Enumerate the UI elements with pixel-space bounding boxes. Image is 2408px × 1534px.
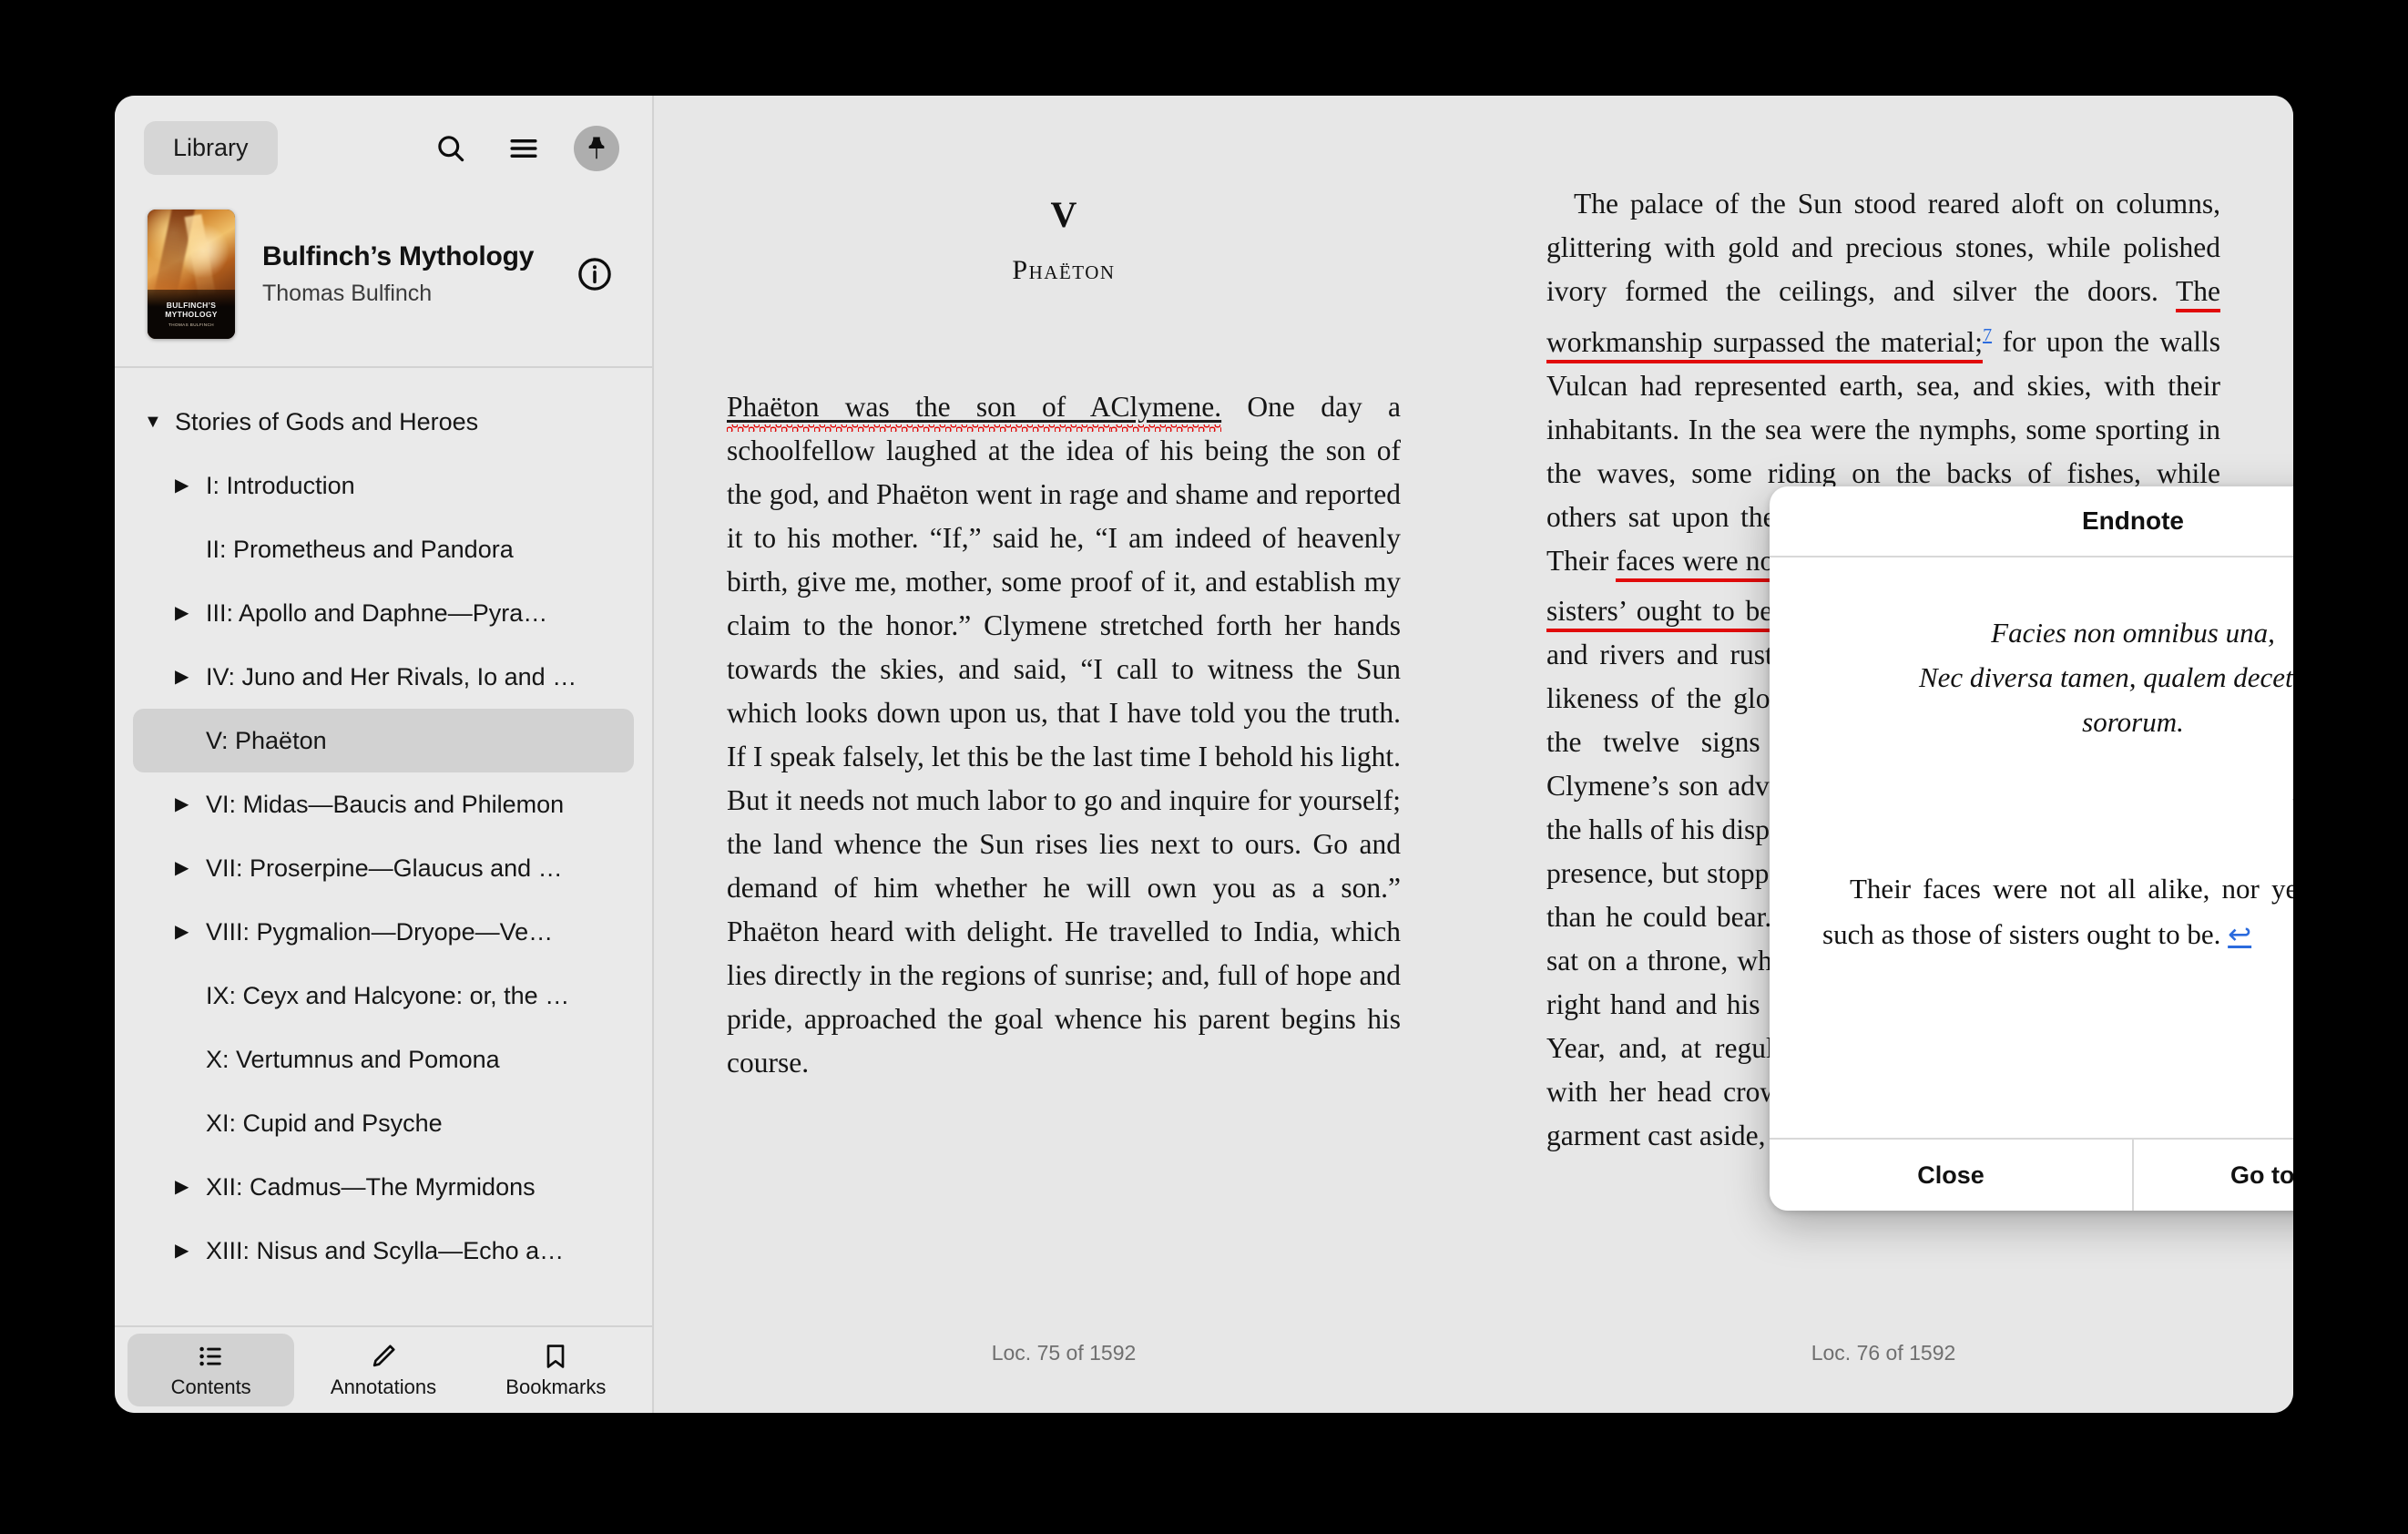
spellcheck-span-2: Clymene.	[1111, 391, 1222, 432]
page-left: V PHAËTON Phaëton was the son of AClymen…	[654, 96, 1474, 1413]
endnote-dialog: Endnote Facies non omnibus una, Nec dive…	[1770, 486, 2293, 1211]
toc-item-7[interactable]: ▶VII: Proserpine—Glaucus and …	[133, 836, 634, 900]
verse-line-1: Facies non omnibus una,	[1822, 610, 2293, 655]
toc-item-0[interactable]: ▼Stories of Gods and Heroes	[133, 390, 634, 454]
chevron-right-icon[interactable]: ▶	[175, 795, 206, 813]
go-to-endnote-button[interactable]: Go to Endnote	[2134, 1140, 2293, 1211]
toc-item-label: Stories of Gods and Heroes	[175, 408, 478, 436]
toc-item-label: X: Vertumnus and Pomona	[206, 1046, 500, 1074]
page-right-location: Loc. 76 of 1592	[1474, 1341, 2293, 1365]
page-left-location: Loc. 75 of 1592	[654, 1341, 1474, 1365]
page-left-paragraph: Phaëton was the son of AClymene. One day…	[727, 385, 1401, 1085]
sidebar: Library	[115, 96, 654, 1413]
table-of-contents[interactable]: ▼Stories of Gods and Heroes▶I: Introduct…	[115, 368, 652, 1325]
chapter-number: V	[727, 193, 1401, 237]
pin-icon[interactable]	[574, 126, 619, 171]
toc-item-label: XI: Cupid and Psyche	[206, 1110, 443, 1138]
chevron-right-icon[interactable]: ▶	[175, 923, 206, 941]
book-author: Thomas Bulfinch	[262, 281, 574, 307]
chevron-right-icon[interactable]: ▶	[175, 859, 206, 877]
toc-item-label: IX: Ceyx and Halcyone: or, the …	[206, 982, 569, 1010]
sidebar-tab-bar: Contents Annotations Bookmarks	[115, 1325, 652, 1413]
toc-item-label: XII: Cadmus—The Myrmidons	[206, 1173, 536, 1202]
toc-item-label: VIII: Pygmalion—Dryope—Ve…	[206, 918, 553, 946]
tab-contents-label: Contents	[171, 1375, 251, 1399]
chevron-right-icon[interactable]: ▶	[175, 668, 206, 686]
endnote-translation: Their faces were not all alike, nor yet …	[1822, 866, 2293, 957]
toc-item-label: V: Phaëton	[206, 727, 327, 755]
toc-item-5[interactable]: V: Phaëton	[133, 709, 634, 772]
endnote-attribution: —Ovid	[1822, 781, 2293, 813]
toc-item-label: VII: Proserpine—Glaucus and …	[206, 854, 563, 883]
chapter-title: PHAËTON	[727, 249, 1401, 292]
cover-author: THOMAS BULFINCH	[168, 322, 214, 327]
list-icon	[197, 1342, 226, 1371]
tab-contents[interactable]: Contents	[128, 1334, 294, 1406]
chevron-right-icon[interactable]: ▶	[175, 1178, 206, 1196]
tab-bookmarks-label: Bookmarks	[505, 1375, 606, 1399]
library-button[interactable]: Library	[144, 121, 278, 175]
toc-item-1[interactable]: ▶I: Introduction	[133, 454, 634, 517]
book-title: Bulfinch’s Mythology	[262, 241, 574, 272]
pencil-icon	[369, 1342, 398, 1371]
toc-item-11[interactable]: XI: Cupid and Psyche	[133, 1091, 634, 1155]
sidebar-toolbar-icons	[428, 126, 619, 171]
page-right-text-open: The palace of the Sun stood reared aloft…	[1546, 188, 2220, 307]
cover-title-line1: BULFINCH’S	[167, 302, 216, 310]
cover-title-line2: MYTHOLOGY	[165, 311, 217, 319]
page-left-body: V PHAËTON Phaëton was the son of AClymen…	[727, 193, 1401, 1085]
toc-item-12[interactable]: ▶XII: Cadmus—The Myrmidons	[133, 1155, 634, 1219]
sidebar-toolbar: Library	[115, 96, 652, 200]
toc-item-3[interactable]: ▶III: Apollo and Daphne—Pyra…	[133, 581, 634, 645]
toc-item-4[interactable]: ▶IV: Juno and Her Rivals, Io and …	[133, 645, 634, 709]
close-button[interactable]: Close	[1770, 1140, 2134, 1211]
search-icon[interactable]	[428, 126, 474, 171]
tab-annotations-label: Annotations	[331, 1375, 436, 1399]
toc-item-8[interactable]: ▶VIII: Pygmalion—Dryope—Ve…	[133, 900, 634, 964]
footnote-ref-7[interactable]: 7	[1983, 325, 1992, 345]
page-left-paragraph-rest: One day a schoolfellow laughed at the id…	[727, 391, 1401, 1079]
toc-item-10[interactable]: X: Vertumnus and Pomona	[133, 1028, 634, 1091]
toc-item-label: VI: Midas—Baucis and Philemon	[206, 791, 564, 819]
tab-bookmarks[interactable]: Bookmarks	[473, 1334, 639, 1406]
endnote-dialog-actions: Close Go to Endnote	[1770, 1138, 2293, 1211]
info-icon[interactable]	[574, 253, 616, 295]
bookmark-icon	[541, 1342, 570, 1371]
book-meta: Bulfinch’s Mythology Thomas Bulfinch	[262, 241, 574, 307]
toc-item-label: III: Apollo and Daphne—Pyra…	[206, 599, 547, 628]
endnote-translation-text: Their faces were not all alike, nor yet …	[1822, 873, 2293, 950]
toc-item-13[interactable]: ▶XIII: Nisus and Scylla—Echo a…	[133, 1219, 634, 1283]
toc-item-9[interactable]: IX: Ceyx and Halcyone: or, the …	[133, 964, 634, 1028]
verse-line-2: Nec diversa tamen, qualem decet esse	[1822, 655, 2293, 700]
reader-pane: V PHAËTON Phaëton was the son of AClymen…	[654, 96, 2293, 1413]
chevron-right-icon[interactable]: ▶	[175, 476, 206, 495]
endnote-dialog-title: Endnote	[1770, 486, 2293, 557]
verse-line-3: sororum.	[1822, 700, 2293, 744]
menu-icon[interactable]	[501, 126, 546, 171]
book-header: BULFINCH’S MYTHOLOGY THOMAS BULFINCH Bul…	[115, 200, 652, 368]
book-cover-thumbnail: BULFINCH’S MYTHOLOGY THOMAS BULFINCH	[148, 210, 235, 339]
toc-item-label: IV: Juno and Her Rivals, Io and …	[206, 663, 576, 691]
toc-item-label: XIII: Nisus and Scylla—Echo a…	[206, 1237, 564, 1265]
toc-item-label: II: Prometheus and Pandora	[206, 536, 514, 564]
endnote-dialog-body: Facies non omnibus una, Nec diversa tame…	[1770, 557, 2293, 1138]
chevron-right-icon[interactable]: ▶	[175, 604, 206, 622]
toc-item-2[interactable]: II: Prometheus and Pandora	[133, 517, 634, 581]
toc-item-6[interactable]: ▶VI: Midas—Baucis and Philemon	[133, 772, 634, 836]
tab-annotations[interactable]: Annotations	[300, 1334, 466, 1406]
spellcheck-span-1: Phaëton was the son of A	[727, 391, 1111, 432]
reader-app-window: Library	[115, 96, 2293, 1413]
endnote-verse: Facies non omnibus una, Nec diversa tame…	[1822, 610, 2293, 744]
toc-item-label: I: Introduction	[206, 472, 355, 500]
chevron-down-icon[interactable]: ▼	[144, 413, 175, 431]
chevron-right-icon[interactable]: ▶	[175, 1242, 206, 1260]
endnote-back-link-icon[interactable]: ↩	[2228, 918, 2251, 950]
